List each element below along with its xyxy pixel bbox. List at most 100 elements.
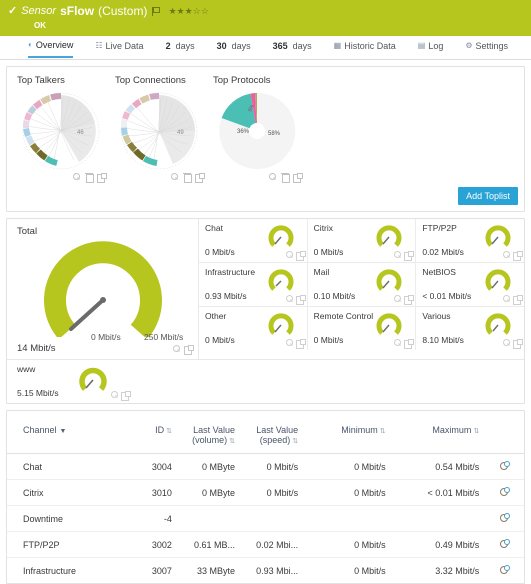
search-icon[interactable] <box>286 339 294 347</box>
gauge-chat[interactable]: Chat 0 Mbit/s <box>199 219 308 262</box>
add-toplist-button[interactable]: Add Toplist <box>458 187 518 205</box>
donut-chart-protocols[interactable]: 36% 58% 5% <box>213 90 301 172</box>
toplist-tools <box>213 173 303 181</box>
status-badge: OK <box>34 21 531 30</box>
col-maximum[interactable]: Maximum⇅ <box>390 411 484 454</box>
table-row[interactable]: Infrastructure 3007 33 MByte 0.93 Mbi...… <box>7 558 524 584</box>
export-icon[interactable] <box>121 391 129 399</box>
cell-maximum <box>390 506 484 532</box>
gauge-tools <box>503 339 521 347</box>
col-minimum[interactable]: Minimum⇅ <box>302 411 390 454</box>
mini-gauge <box>484 267 512 295</box>
tab-label: days <box>232 36 251 56</box>
export-icon[interactable] <box>513 295 521 303</box>
export-icon[interactable] <box>513 251 521 259</box>
gauge-scale-min: 0 Mbit/s <box>91 332 121 342</box>
cell-actions[interactable] <box>483 454 524 480</box>
export-icon[interactable] <box>97 173 105 181</box>
tab-overview[interactable]: ◐ Overview <box>28 38 73 58</box>
tab-label: Historic Data <box>344 36 396 56</box>
table-row[interactable]: Chat 3004 0 MByte 0 Mbit/s 0 Mbit/s 0.54… <box>7 454 524 480</box>
search-icon[interactable] <box>503 339 511 347</box>
toplist-tools <box>115 173 205 181</box>
gauge-other[interactable]: Other 0 Mbit/s <box>199 307 308 350</box>
export-icon[interactable] <box>195 173 203 181</box>
cell-channel: Citrix <box>7 480 129 506</box>
col-id[interactable]: ID⇅ <box>129 411 176 454</box>
tab-365-days[interactable]: 365 days <box>273 38 312 58</box>
search-icon[interactable] <box>173 345 181 353</box>
toplist-top-protocols: Top Protocols 36% 58% 5% <box>213 75 303 181</box>
trash-icon[interactable] <box>281 173 289 181</box>
gear-icon[interactable] <box>499 461 508 470</box>
gauge-netbios[interactable]: NetBIOS < 0.01 Mbit/s <box>416 263 524 306</box>
search-icon[interactable] <box>394 251 402 259</box>
cell-id: 3007 <box>129 558 176 584</box>
chord-chart-connections[interactable]: 49 <box>115 90 203 172</box>
flag-icon[interactable] <box>152 7 159 16</box>
cell-actions[interactable] <box>483 506 524 532</box>
check-icon: ✓ <box>8 6 17 17</box>
gauge-infrastructure[interactable]: Infrastructure 0.93 Mbit/s <box>199 263 308 306</box>
table-row[interactable]: Citrix 3010 0 MByte 0 Mbit/s 0 Mbit/s < … <box>7 480 524 506</box>
export-icon[interactable] <box>404 295 412 303</box>
search-icon[interactable] <box>111 391 119 399</box>
export-icon[interactable] <box>296 251 304 259</box>
gauge-row: Chat 0 Mbit/s Citrix 0 Mbit/s FTP/P2P 0.… <box>199 219 524 263</box>
gear-icon[interactable] <box>499 565 508 574</box>
search-icon[interactable] <box>394 339 402 347</box>
search-icon[interactable] <box>503 251 511 259</box>
gauge-grid: Chat 0 Mbit/s Citrix 0 Mbit/s FTP/P2P 0.… <box>199 219 524 359</box>
gauge-ftp-p2p[interactable]: FTP/P2P 0.02 Mbit/s <box>416 219 524 262</box>
search-icon[interactable] <box>394 295 402 303</box>
search-icon[interactable] <box>73 173 81 181</box>
cell-volume <box>176 506 239 532</box>
gauge-mail[interactable]: Mail 0.10 Mbit/s <box>308 263 417 306</box>
total-gauge-label: Total <box>7 219 198 237</box>
search-icon[interactable] <box>269 173 277 181</box>
gauge-row: Infrastructure 0.93 Mbit/s Mail 0.10 Mbi… <box>199 263 524 307</box>
gear-icon[interactable] <box>499 539 508 548</box>
gear-icon[interactable] <box>499 487 508 496</box>
tab-number: 30 <box>217 36 227 56</box>
priority-stars[interactable]: ★★★☆☆ <box>168 6 208 17</box>
export-icon[interactable] <box>296 295 304 303</box>
chord-chart-talkers[interactable]: 46 <box>17 90 105 172</box>
tab-30-days[interactable]: 30 days <box>217 38 251 58</box>
export-icon[interactable] <box>293 173 301 181</box>
table-row[interactable]: Downtime -4 <box>7 506 524 532</box>
export-icon[interactable] <box>296 339 304 347</box>
gauge-tools <box>503 295 521 303</box>
col-sublabel: (speed) <box>260 435 291 445</box>
tab-historic-data[interactable]: ▦ Historic Data <box>334 38 396 58</box>
cell-id: 3004 <box>129 454 176 480</box>
cell-maximum: < 0.01 Mbit/s <box>390 480 484 506</box>
cell-maximum: 3.32 Mbit/s <box>390 558 484 584</box>
gauge-remote-control[interactable]: Remote Control 0 Mbit/s <box>308 307 417 350</box>
tab-2-days[interactable]: 2 days <box>166 38 195 58</box>
export-icon[interactable] <box>404 251 412 259</box>
tab-live-data[interactable]: ☷ Live Data <box>95 38 143 58</box>
tab-settings[interactable]: ⚙ Settings <box>465 38 508 58</box>
cell-actions[interactable] <box>483 480 524 506</box>
search-icon[interactable] <box>503 295 511 303</box>
col-last-value-volume[interactable]: Last Value(volume)⇅ <box>176 411 239 454</box>
search-icon[interactable] <box>286 295 294 303</box>
search-icon[interactable] <box>171 173 179 181</box>
trash-icon[interactable] <box>183 173 191 181</box>
col-label: Maximum <box>432 425 471 435</box>
export-icon[interactable] <box>513 339 521 347</box>
col-last-value-speed[interactable]: Last Value(speed)⇅ <box>239 411 302 454</box>
trash-icon[interactable] <box>85 173 93 181</box>
search-icon[interactable] <box>286 251 294 259</box>
tab-log[interactable]: ▤ Log <box>418 38 444 58</box>
gauge-citrix[interactable]: Citrix 0 Mbit/s <box>308 219 417 262</box>
gear-icon[interactable] <box>499 513 508 522</box>
export-icon[interactable] <box>184 345 192 353</box>
cell-actions[interactable] <box>483 558 524 584</box>
gauge-various[interactable]: Various 8.10 Mbit/s <box>416 307 524 350</box>
col-channel[interactable]: Channel▼ <box>7 411 129 454</box>
gauge-www[interactable]: www 5.15 Mbit/s <box>7 360 199 403</box>
export-icon[interactable] <box>404 339 412 347</box>
sort-icon: ⇅ <box>166 428 172 435</box>
